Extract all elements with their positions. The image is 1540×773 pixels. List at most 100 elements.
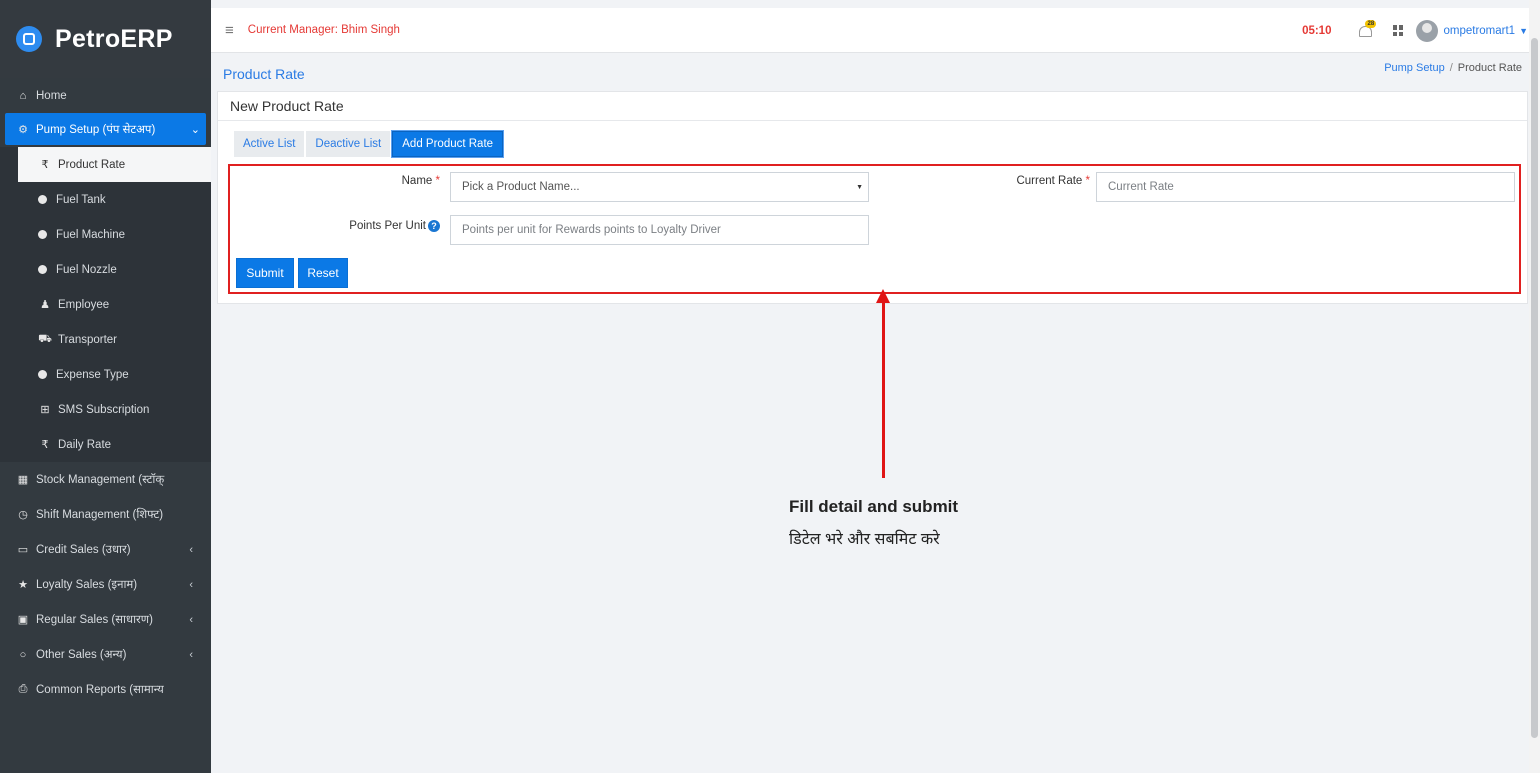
scrollbar-thumb[interactable] <box>1531 38 1538 738</box>
sidebar-item-expense-type[interactable]: Expense Type <box>0 357 211 392</box>
session-timer: 05:10 <box>1302 24 1332 37</box>
name-label: Name * <box>370 175 440 187</box>
sidebar-item-pump-setup[interactable]: ⚙ Pump Setup (पंप सेटअप) ⌄ <box>5 113 206 145</box>
breadcrumb-current: Product Rate <box>1457 62 1522 74</box>
sidebar-item-product-rate[interactable]: ₹ Product Rate <box>18 147 211 182</box>
chevron-left-icon: ‹ <box>189 543 193 556</box>
points-label-text: Points Per Unit <box>349 220 426 232</box>
card-title: New Product Rate <box>218 92 1527 121</box>
highlighted-form-region: Name * Pick a Product Name... ▼ Current … <box>228 164 1521 294</box>
breadcrumb-link-pump-setup[interactable]: Pump Setup <box>1384 62 1445 74</box>
sidebar-item-transporter[interactable]: ⛟ Transporter <box>0 322 211 357</box>
chevron-left-icon: ‹ <box>189 648 193 661</box>
print-icon: ⎙ <box>18 683 28 695</box>
pump-setup-submenu: ₹ Product Rate Fuel Tank Fuel Machine Fu… <box>0 147 211 462</box>
sidebar-item-label: Daily Rate <box>58 438 112 451</box>
topbar-right: 05:10 28 ompetromart1 ▼ <box>1302 8 1528 53</box>
caret-down-icon[interactable]: ▼ <box>1519 26 1528 36</box>
sidebar-item-label: Common Reports (सामान्य <box>36 684 164 696</box>
sidebar-item-employee[interactable]: ♟ Employee <box>0 287 211 322</box>
cube-icon: ▣ <box>17 614 29 626</box>
sidebar-item-loyalty-sales[interactable]: ★ Loyalty Sales (इनाम) ‹ <box>0 567 211 602</box>
dropdown-arrow-icon: ▼ <box>856 183 863 191</box>
brand-logo-icon <box>16 26 42 52</box>
gears-icon: ⚙ <box>18 123 28 136</box>
dot-icon <box>38 370 47 379</box>
clock-icon: ◷ <box>18 509 28 521</box>
required-mark: * <box>1085 175 1090 187</box>
plus-square-icon: ⊞ <box>40 404 50 416</box>
page-scrollbar[interactable] <box>1529 0 1540 773</box>
annotation-text-hindi: डिटेल भरे और सबमिट करे <box>789 531 940 548</box>
sidebar-item-label: Fuel Nozzle <box>56 263 117 276</box>
sidebar-item-credit-sales[interactable]: ▭ Credit Sales (उधार) ‹ <box>0 532 211 567</box>
credit-card-icon: ▭ <box>17 544 29 556</box>
product-name-select[interactable]: Pick a Product Name... ▼ <box>450 172 869 202</box>
sidebar: PetroERP ⌂ Home ⚙ Pump Setup (पंप सेटअप)… <box>0 0 211 773</box>
required-mark: * <box>435 175 440 187</box>
user-menu[interactable]: ompetromart1 <box>1443 25 1515 37</box>
page-title: Product Rate <box>223 66 305 82</box>
chevron-left-icon: ‹ <box>189 613 193 626</box>
sidebar-item-label: Stock Management (स्टॉक् <box>36 474 165 486</box>
sidebar-item-sms-subscription[interactable]: ⊞ SMS Subscription <box>0 392 211 427</box>
tab-deactive-list[interactable]: Deactive List <box>306 131 391 157</box>
sidebar-item-label: Credit Sales (उधार) <box>36 544 131 556</box>
sidebar-nav: ⌂ Home ⚙ Pump Setup (पंप सेटअप) ⌄ <box>0 78 211 145</box>
notification-bell-icon[interactable]: 28 <box>1359 19 1377 38</box>
product-rate-card: New Product Rate Active List Deactive Li… <box>217 91 1528 304</box>
annotation-arrow-line <box>882 298 885 478</box>
sidebar-item-label: Regular Sales (साधारण) <box>36 614 153 626</box>
points-placeholder: Points per unit for Rewards points to Lo… <box>462 224 721 236</box>
points-per-unit-input[interactable]: Points per unit for Rewards points to Lo… <box>450 215 869 245</box>
tab-add-product-rate[interactable]: Add Product Rate <box>391 130 505 158</box>
sidebar-item-label: Fuel Machine <box>56 228 126 241</box>
sidebar-item-label: Loyalty Sales (इनाम) <box>36 579 138 591</box>
product-name-select-value: Pick a Product Name... <box>462 181 580 193</box>
sidebar-item-label: SMS Subscription <box>58 403 150 416</box>
chevron-left-icon: ‹ <box>189 578 193 591</box>
home-icon: ⌂ <box>19 89 27 102</box>
sidebar-item-other-sales[interactable]: ○ Other Sales (अन्य) ‹ <box>0 637 211 672</box>
current-rate-placeholder: Current Rate <box>1108 181 1174 193</box>
chevron-down-icon: ⌄ <box>190 123 200 136</box>
dot-icon <box>38 195 47 204</box>
rupee-icon: ₹ <box>41 159 49 171</box>
current-manager: Current Manager: Bhim Singh <box>247 24 400 36</box>
dot-icon <box>38 265 47 274</box>
avatar[interactable] <box>1416 19 1439 42</box>
help-circle-icon[interactable]: ? <box>428 220 440 232</box>
menu-toggle-icon[interactable]: ≡ <box>225 22 234 39</box>
brand[interactable]: PetroERP <box>0 0 211 78</box>
reset-button[interactable]: Reset <box>298 258 348 288</box>
sidebar-item-label: Transporter <box>58 333 118 346</box>
sidebar-item-regular-sales[interactable]: ▣ Regular Sales (साधारण) ‹ <box>0 602 211 637</box>
sidebar-item-fuel-tank[interactable]: Fuel Tank <box>0 182 211 217</box>
truck-icon: ⛟ <box>38 332 52 345</box>
tab-active-list[interactable]: Active List <box>234 131 305 157</box>
sidebar-item-shift-management[interactable]: ◷ Shift Management (शिफ्ट) <box>0 497 211 532</box>
user-icon: ♟ <box>40 299 50 311</box>
breadcrumb-separator: / <box>1449 62 1453 74</box>
points-per-unit-label: Points Per Unit? <box>320 220 440 232</box>
sidebar-item-fuel-machine[interactable]: Fuel Machine <box>0 217 211 252</box>
sidebar-item-label: Expense Type <box>56 368 129 381</box>
sidebar-item-home[interactable]: ⌂ Home <box>0 78 211 113</box>
annotation-text-english: Fill detail and submit <box>789 497 959 516</box>
current-rate-input[interactable]: Current Rate <box>1096 172 1515 202</box>
submit-button[interactable]: Submit <box>236 258 294 288</box>
sidebar-item-label: Pump Setup (पंप सेटअप) <box>36 123 156 136</box>
sidebar-item-common-reports[interactable]: ⎙ Common Reports (सामान्य <box>0 672 211 707</box>
topbar: ≡ Current Manager: Bhim Singh 05:10 28 o… <box>211 8 1540 53</box>
cubes-icon: ▦ <box>17 474 29 486</box>
sidebar-item-daily-rate[interactable]: ₹ Daily Rate <box>0 427 211 462</box>
sidebar-item-stock-management[interactable]: ▦ Stock Management (स्टॉक् <box>0 462 211 497</box>
tab-bar: Active List Deactive List Add Product Ra… <box>234 130 505 158</box>
brand-name: PetroERP <box>55 24 173 53</box>
circle-icon: ○ <box>19 648 27 661</box>
apps-grid-icon[interactable] <box>1393 25 1404 36</box>
sidebar-item-fuel-nozzle[interactable]: Fuel Nozzle <box>0 252 211 287</box>
name-label-text: Name <box>401 175 433 187</box>
sidebar-item-label: Product Rate <box>58 158 126 171</box>
sidebar-item-label: Home <box>36 89 67 102</box>
